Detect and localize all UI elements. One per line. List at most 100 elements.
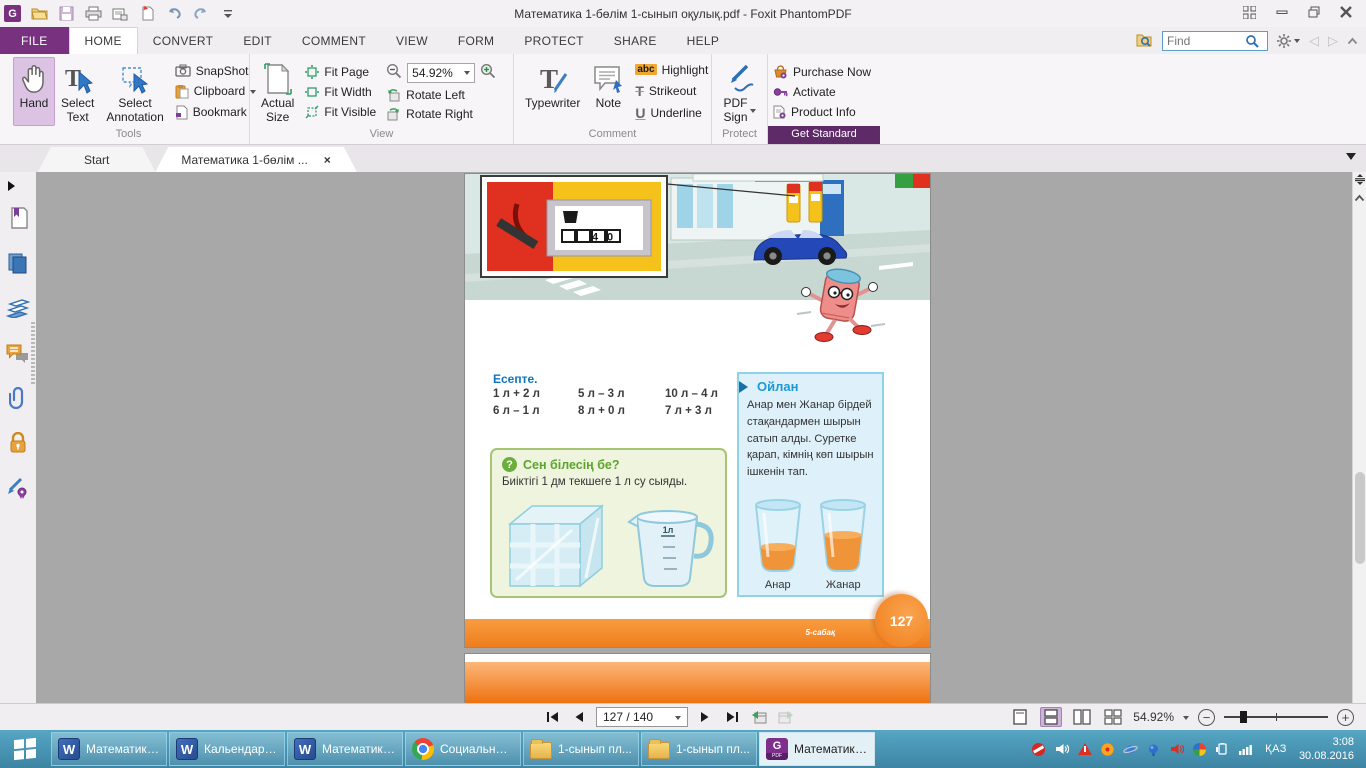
purchase-now-button[interactable]: Purchase Now — [773, 65, 871, 79]
continuous-facing-view-button[interactable] — [1102, 707, 1124, 727]
doc-tab-active[interactable]: Математика 1-бөлім ... × — [155, 147, 356, 172]
typewriter-button[interactable]: T Typewriter — [519, 57, 586, 126]
tray-antivirus-icon[interactable] — [1100, 742, 1115, 757]
tray-volume-icon[interactable] — [1054, 742, 1069, 757]
find-previous-button[interactable]: ◁ — [1309, 33, 1319, 49]
product-info-button[interactable]: Product Info — [773, 105, 871, 119]
find-options-button[interactable] — [1277, 34, 1300, 48]
zoom-out-button[interactable] — [386, 63, 402, 82]
strikeout-button[interactable]: TStrikeout — [635, 83, 708, 99]
print-button[interactable] — [84, 5, 102, 23]
scroll-up-button[interactable] — [1354, 191, 1365, 205]
tab-share[interactable]: SHARE — [599, 27, 672, 54]
tab-list-dropdown-icon[interactable] — [1346, 153, 1356, 165]
tray-colorwheel-icon[interactable] — [1192, 742, 1207, 757]
scrollbar-split-handle[interactable] — [1354, 174, 1366, 188]
tab-edit[interactable]: EDIT — [228, 27, 287, 54]
tray-warning-icon[interactable] — [1077, 742, 1092, 757]
taskbar-button-folder-1[interactable]: 1-сынып пл... — [523, 732, 639, 766]
actual-size-button[interactable]: Actual Size — [255, 57, 300, 126]
document-canvas[interactable]: 4 0 — [36, 172, 1352, 703]
tray-loud-volume-icon[interactable] — [1169, 742, 1184, 757]
minimize-button[interactable] — [1276, 6, 1288, 21]
sidebar-expand-button[interactable] — [8, 181, 20, 191]
scrollbar-thumb[interactable] — [1355, 472, 1365, 564]
underline-button[interactable]: UUnderline — [635, 105, 708, 121]
pages-panel-button[interactable] — [6, 251, 30, 275]
bookmark-button[interactable]: Bookmark — [175, 105, 256, 120]
redo-button[interactable] — [192, 5, 210, 23]
undo-button[interactable] — [165, 5, 183, 23]
fit-visible-button[interactable]: Fit Visible — [305, 105, 376, 119]
snapshot-button[interactable]: SnapShot — [175, 64, 256, 78]
taskbar-button-folder-2[interactable]: 1-сынып пл... — [641, 732, 757, 766]
zoom-slider-thumb[interactable] — [1240, 711, 1247, 723]
sidebar-splitter-handle[interactable] — [31, 322, 35, 384]
doc-tab-start[interactable]: Start — [38, 147, 155, 172]
next-page-button[interactable] — [695, 707, 715, 727]
find-next-button[interactable]: ▷ — [1328, 33, 1338, 49]
tray-zona-icon[interactable] — [1031, 742, 1046, 757]
tab-file[interactable]: FILE — [0, 27, 69, 54]
pdf-next-page[interactable] — [465, 654, 930, 703]
taskbar-button-chrome[interactable]: Социальная ... — [405, 732, 521, 766]
continuous-view-button[interactable] — [1040, 707, 1062, 727]
tray-network-signal-icon[interactable] — [1238, 742, 1253, 757]
start-button[interactable] — [0, 730, 50, 768]
save-button[interactable] — [57, 5, 75, 23]
tray-glove-icon[interactable] — [1146, 742, 1161, 757]
next-view-button[interactable] — [776, 707, 796, 727]
highlight-button[interactable]: abcHighlight — [635, 63, 708, 77]
taskbar-button-word-3[interactable]: WМатематика ... — [287, 732, 403, 766]
taskbar-button-foxit[interactable]: GPDFМатематика ... — [759, 732, 875, 766]
rotate-left-button[interactable]: Rotate Left — [386, 88, 496, 102]
select-annotation-button[interactable]: Select Annotation — [100, 57, 169, 126]
fit-page-button[interactable]: Fit Page — [305, 65, 376, 79]
tab-help[interactable]: HELP — [672, 27, 735, 54]
create-pdf-button[interactable] — [138, 5, 156, 23]
zoom-slider[interactable] — [1224, 709, 1328, 725]
attachments-panel-button[interactable] — [6, 386, 30, 410]
find-input[interactable] — [1167, 34, 1245, 48]
zoom-out-status-button[interactable]: − — [1198, 709, 1215, 726]
previous-page-button[interactable] — [569, 707, 589, 727]
zoom-in-button[interactable] — [480, 63, 496, 82]
taskbar-button-word-1[interactable]: WМатематика ... — [51, 732, 167, 766]
tab-form[interactable]: FORM — [443, 27, 510, 54]
tab-home[interactable]: HOME — [69, 27, 138, 54]
open-button[interactable] — [30, 5, 48, 23]
collapse-ribbon-button[interactable] — [1347, 34, 1358, 48]
layers-panel-button[interactable] — [6, 296, 30, 320]
language-indicator[interactable]: ҚАЗ — [1265, 743, 1287, 755]
qat-customize-button[interactable] — [219, 5, 237, 23]
pdf-page-127[interactable]: 4 0 — [465, 174, 930, 647]
comments-panel-button[interactable] — [6, 341, 30, 365]
restore-button[interactable] — [1308, 6, 1320, 21]
doc-tab-close-icon[interactable]: × — [324, 153, 331, 167]
taskbar-button-word-2[interactable]: WКальендарн... — [169, 732, 285, 766]
zoom-level-combobox[interactable]: 54.92% — [407, 63, 475, 83]
clipboard-button[interactable]: Clipboard — [175, 84, 256, 99]
tab-convert[interactable]: CONVERT — [138, 27, 229, 54]
signatures-panel-button[interactable] — [6, 476, 30, 500]
tray-planet-icon[interactable] — [1123, 742, 1138, 757]
hand-tool-button[interactable]: Hand — [13, 57, 55, 126]
tab-view[interactable]: VIEW — [381, 27, 443, 54]
bookmarks-panel-button[interactable] — [6, 206, 30, 230]
pdf-sign-button[interactable]: PDF Sign — [717, 57, 761, 126]
note-button[interactable]: Note — [586, 57, 630, 126]
fullscreen-toggle-button[interactable] — [1243, 6, 1256, 22]
last-page-button[interactable] — [722, 707, 742, 727]
status-zoom-caret-icon[interactable] — [1183, 716, 1189, 723]
facing-view-button[interactable] — [1071, 707, 1093, 727]
previous-view-button[interactable] — [749, 707, 769, 727]
tab-comment[interactable]: COMMENT — [287, 27, 381, 54]
search-folder-button[interactable] — [1136, 32, 1153, 50]
taskbar-clock[interactable]: 3:08 30.08.2016 — [1299, 735, 1354, 764]
close-button[interactable] — [1340, 6, 1352, 21]
tab-protect[interactable]: PROTECT — [509, 27, 598, 54]
email-button[interactable] — [111, 5, 129, 23]
tray-battery-icon[interactable] — [1215, 742, 1230, 757]
vertical-scrollbar[interactable] — [1352, 172, 1366, 703]
zoom-in-status-button[interactable]: + — [1337, 709, 1354, 726]
